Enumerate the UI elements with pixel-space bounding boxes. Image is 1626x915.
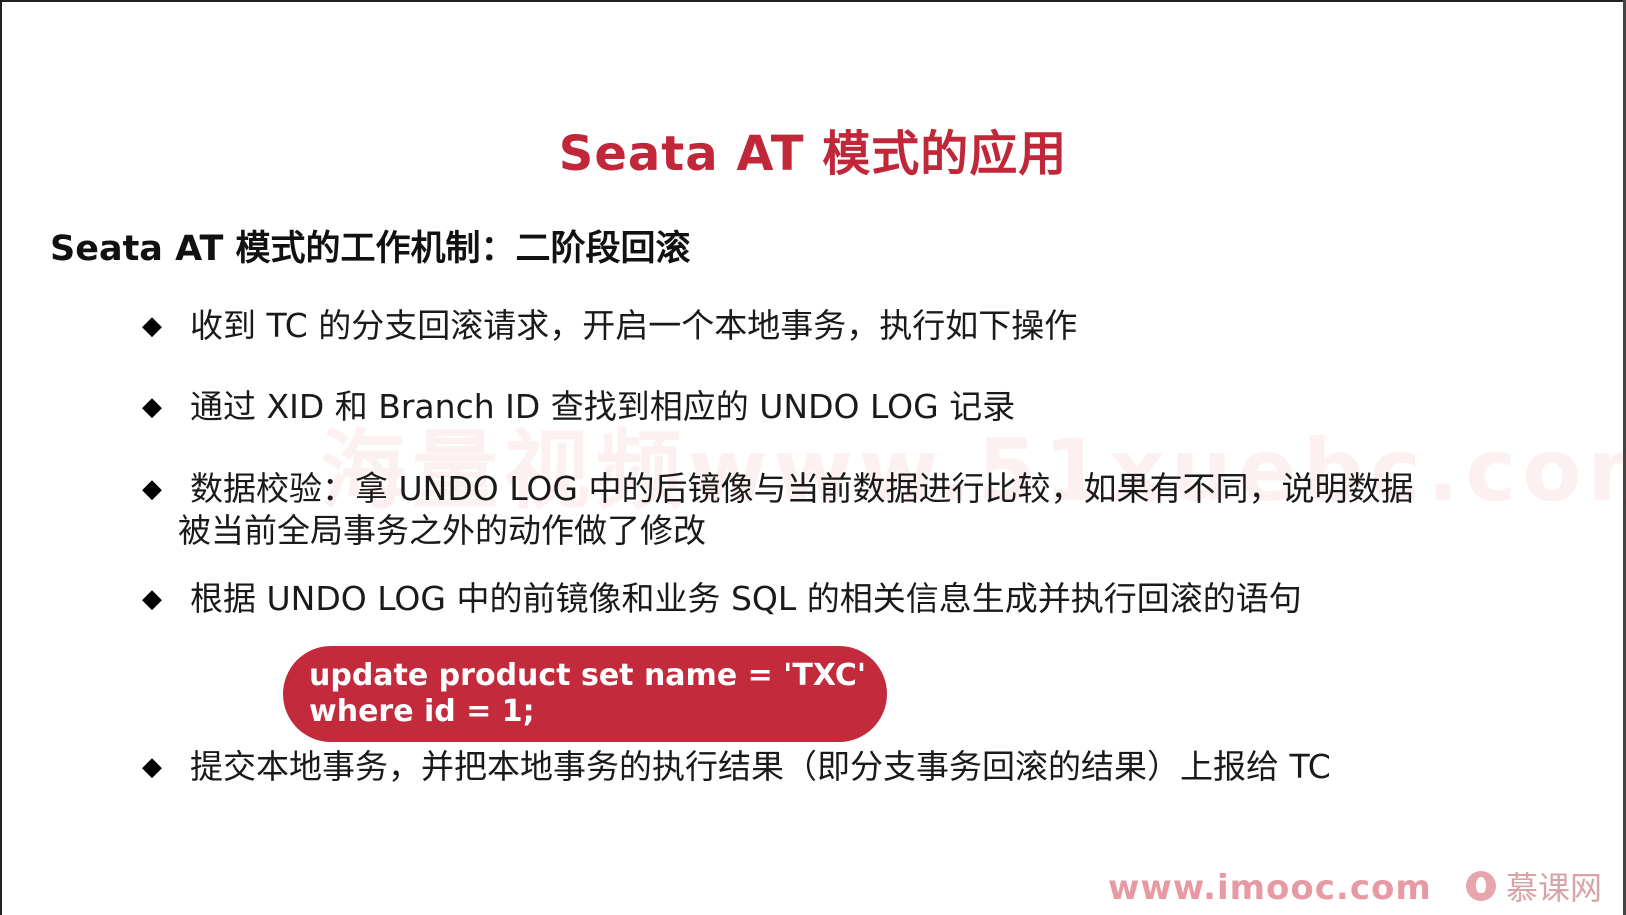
bullet-item: ◆ 收到 TC 的分支回滚请求，开启一个本地事务，执行如下操作 — [142, 305, 1462, 347]
footer-brand-logo: 慕课网 — [1466, 866, 1603, 907]
slide-subtitle: Seata AT 模式的工作机制：二阶段回滚 — [50, 229, 691, 269]
bullet-item: ◆ 数据校验：拿 UNDO LOG 中的后镜像与当前数据进行比较，如果有不同，说明… — [142, 468, 1462, 552]
bullet-text: 通过 XID 和 Branch ID 查找到相应的 UNDO LOG 记录 — [190, 387, 1016, 426]
diamond-bullet-icon: ◆ — [142, 392, 162, 422]
bullet-item: ◆ 提交本地事务，并把本地事务的执行结果（即分支事务回滚的结果）上报给 TC — [142, 746, 1462, 788]
footer-brand-text: 慕课网 — [1506, 869, 1603, 907]
slide-title: Seata AT 模式的应用 — [558, 126, 1068, 182]
sql-code-line: update product set name = 'TXC' — [309, 658, 867, 693]
sql-code-line: where id = 1; — [309, 694, 535, 729]
diamond-bullet-icon: ◆ — [142, 584, 162, 614]
bullet-item: ◆ 根据 UNDO LOG 中的前镜像和业务 SQL 的相关信息生成并执行回滚的语… — [142, 578, 1462, 620]
diamond-bullet-icon: ◆ — [142, 474, 162, 504]
bullet-item: ◆ 通过 XID 和 Branch ID 查找到相应的 UNDO LOG 记录 — [142, 386, 1462, 428]
flame-logo-icon — [1466, 871, 1496, 901]
top-border — [0, 0, 1626, 2]
bullet-text: 数据校验：拿 UNDO LOG 中的后镜像与当前数据进行比较，如果有不同，说明数… — [190, 469, 1414, 508]
bullet-text: 提交本地事务，并把本地事务的执行结果（即分支事务回滚的结果）上报给 TC — [190, 747, 1331, 786]
diamond-bullet-icon: ◆ — [142, 752, 162, 782]
sql-code-box: update product set name = 'TXC' where id… — [283, 646, 887, 742]
bullet-text: 收到 TC 的分支回滚请求，开启一个本地事务，执行如下操作 — [190, 306, 1078, 345]
footer-url: www.imooc.com — [1108, 868, 1432, 908]
diamond-bullet-icon: ◆ — [142, 311, 162, 341]
bullet-text-continuation: 被当前全局事务之外的动作做了修改 — [178, 511, 706, 550]
bullet-text: 根据 UNDO LOG 中的前镜像和业务 SQL 的相关信息生成并执行回滚的语句 — [190, 579, 1302, 618]
slide: 海量视频www.51xuebc.com Seata AT 模式的应用 Seata… — [0, 0, 1626, 915]
